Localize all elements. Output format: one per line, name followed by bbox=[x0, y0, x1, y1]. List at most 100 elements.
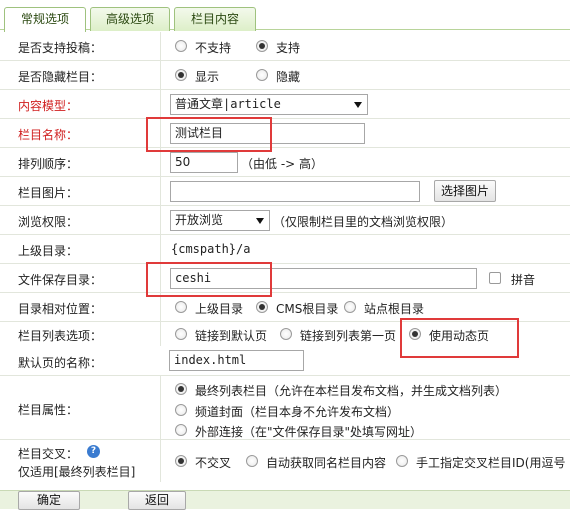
list-default-label: 链接到默认页 bbox=[195, 329, 268, 343]
hidden-field: 显示 隐藏 bbox=[160, 61, 570, 89]
category-name-field: 测试栏目 bbox=[160, 119, 570, 147]
row-category-name: 栏目名称： 测试栏目 bbox=[0, 119, 570, 148]
cross-field: 不交叉 自动获取同名栏目内容 手工指定交叉栏目ID(用逗号 bbox=[160, 440, 570, 482]
sort-order-input[interactable]: 50 bbox=[170, 152, 238, 173]
cross-manual-radio[interactable] bbox=[396, 455, 408, 467]
list-first-page-radio[interactable] bbox=[280, 328, 292, 340]
content-model-value: 普通文章|article bbox=[175, 97, 281, 111]
browse-permission-value: 开放浏览 bbox=[175, 213, 224, 227]
attr-channel-cover-radio[interactable] bbox=[175, 404, 187, 416]
submit-no-label: 不支持 bbox=[195, 41, 232, 55]
dir-cms-root-label: CMS根目录 bbox=[276, 302, 339, 316]
row-list-options: 栏目列表选项： 链接到默认页 链接到列表第一页 使用动态页 bbox=[0, 322, 570, 346]
parent-dir-value: {cmspath}/a bbox=[171, 242, 251, 256]
category-image-label: 栏目图片： bbox=[18, 186, 79, 200]
footer-bar: 确定 返回 bbox=[0, 490, 570, 510]
cross-sublabel: 仅适用[最终列表栏目] bbox=[18, 465, 136, 479]
attr-final-list-label: 最终列表栏目（允许在本栏目发布文档，并生成文档列表） bbox=[195, 384, 508, 398]
content-model-field: 普通文章|article bbox=[160, 90, 570, 118]
tab-bar: 常规选项 高级选项 栏目内容 bbox=[0, 0, 570, 32]
list-dynamic-label: 使用动态页 bbox=[429, 329, 490, 343]
browse-permission-select[interactable]: 开放浏览 bbox=[170, 210, 270, 231]
parent-dir-field: {cmspath}/a bbox=[160, 235, 570, 263]
hidden-show-label: 显示 bbox=[195, 70, 220, 84]
row-content-model: 内容模型： 普通文章|article bbox=[0, 90, 570, 119]
pinyin-label: 拼音 bbox=[511, 273, 536, 287]
chevron-down-icon bbox=[354, 102, 362, 108]
attr-final-list-radio[interactable] bbox=[175, 383, 187, 395]
content-model-select[interactable]: 普通文章|article bbox=[170, 94, 368, 115]
browse-permission-hint: （仅限制栏目里的文档浏览权限） bbox=[273, 215, 454, 229]
submit-no-radio[interactable] bbox=[175, 40, 187, 52]
attr-external-link-radio[interactable] bbox=[175, 424, 187, 436]
row-dir-relative: 目录相对位置： 上级目录 CMS根目录 站点根目录 bbox=[0, 293, 570, 322]
hidden-hide-radio[interactable] bbox=[256, 69, 268, 81]
cross-none-radio[interactable] bbox=[175, 455, 187, 467]
sort-order-label: 排列顺序： bbox=[18, 157, 79, 171]
submit-field: 不支持 支持 bbox=[160, 32, 570, 60]
save-dir-label: 文件保存目录： bbox=[18, 273, 103, 287]
row-sort-order: 排列顺序： 50 （由低 -> 高） bbox=[0, 148, 570, 177]
confirm-button[interactable]: 确定 bbox=[18, 491, 80, 510]
dir-relative-label: 目录相对位置： bbox=[18, 302, 103, 316]
pinyin-checkbox[interactable] bbox=[489, 272, 501, 284]
category-attr-field: 最终列表栏目（允许在本栏目发布文档，并生成文档列表） 频道封面（栏目本身不允许发… bbox=[160, 376, 570, 439]
dir-cms-root-radio[interactable] bbox=[256, 301, 268, 313]
row-cross: 栏目交叉： ? 仅适用[最终列表栏目] 不交叉 自动获取同名栏目内容 手工指定交… bbox=[0, 440, 570, 482]
row-category-attr: 栏目属性： 最终列表栏目（允许在本栏目发布文档，并生成文档列表） 频道封面（栏目… bbox=[0, 376, 570, 440]
save-dir-field: ceshi 拼音 bbox=[160, 264, 570, 292]
row-category-image: 栏目图片： 选择图片 bbox=[0, 177, 570, 206]
dir-parent-radio[interactable] bbox=[175, 301, 187, 313]
content-model-label: 内容模型： bbox=[18, 99, 79, 113]
row-submit: 是否支持投稿： 不支持 支持 bbox=[0, 32, 570, 61]
sort-order-field: 50 （由低 -> 高） bbox=[160, 148, 570, 176]
category-image-input[interactable] bbox=[170, 181, 420, 202]
browse-permission-field: 开放浏览 （仅限制栏目里的文档浏览权限） bbox=[160, 206, 570, 234]
cross-auto-radio[interactable] bbox=[246, 455, 258, 467]
row-hidden: 是否隐藏栏目： 显示 隐藏 bbox=[0, 61, 570, 90]
list-first-page-label: 链接到列表第一页 bbox=[300, 329, 397, 343]
submit-yes-radio[interactable] bbox=[256, 40, 268, 52]
list-options-label: 栏目列表选项： bbox=[18, 329, 103, 343]
row-default-page: 默认页的名称： index.html bbox=[0, 346, 570, 376]
category-name-label: 栏目名称： bbox=[18, 128, 79, 142]
tab-content[interactable]: 栏目内容 bbox=[174, 7, 256, 31]
dir-site-root-label: 站点根目录 bbox=[364, 302, 425, 316]
save-dir-input[interactable]: ceshi bbox=[170, 268, 477, 289]
dir-site-root-radio[interactable] bbox=[344, 301, 356, 313]
dir-relative-field: 上级目录 CMS根目录 站点根目录 bbox=[160, 293, 570, 321]
list-dynamic-radio[interactable] bbox=[409, 328, 421, 340]
submit-yes-label: 支持 bbox=[276, 41, 301, 55]
default-page-input[interactable]: index.html bbox=[169, 350, 304, 371]
attr-channel-cover-label: 频道封面（栏目本身不允许发布文档） bbox=[195, 405, 400, 419]
row-parent-dir: 上级目录： {cmspath}/a bbox=[0, 235, 570, 264]
tab-advanced[interactable]: 高级选项 bbox=[90, 7, 170, 31]
cross-label: 栏目交叉： bbox=[18, 447, 79, 461]
list-options-field: 链接到默认页 链接到列表第一页 使用动态页 bbox=[160, 322, 570, 346]
help-icon[interactable]: ? bbox=[87, 445, 100, 458]
default-page-label: 默认页的名称： bbox=[18, 356, 103, 370]
tab-general[interactable]: 常规选项 bbox=[4, 7, 86, 32]
category-name-input[interactable]: 测试栏目 bbox=[170, 123, 365, 144]
cross-auto-label: 自动获取同名栏目内容 bbox=[266, 456, 387, 470]
parent-dir-label: 上级目录： bbox=[18, 244, 79, 258]
submit-label: 是否支持投稿： bbox=[18, 41, 103, 55]
choose-image-button[interactable]: 选择图片 bbox=[434, 180, 496, 202]
row-browse-permission: 浏览权限： 开放浏览 （仅限制栏目里的文档浏览权限） bbox=[0, 206, 570, 235]
cross-none-label: 不交叉 bbox=[195, 456, 232, 470]
dir-parent-label: 上级目录 bbox=[195, 302, 244, 316]
browse-permission-label: 浏览权限： bbox=[18, 215, 79, 229]
chevron-down-icon bbox=[256, 218, 264, 224]
category-image-field: 选择图片 bbox=[160, 177, 570, 205]
category-attr-label: 栏目属性： bbox=[18, 403, 79, 417]
back-button[interactable]: 返回 bbox=[128, 491, 186, 510]
hidden-show-radio[interactable] bbox=[175, 69, 187, 81]
row-save-dir: 文件保存目录： ceshi 拼音 bbox=[0, 264, 570, 293]
hidden-hide-label: 隐藏 bbox=[276, 70, 301, 84]
attr-external-link-label: 外部连接（在"文件保存目录"处填写网址） bbox=[195, 425, 423, 439]
hidden-label: 是否隐藏栏目： bbox=[18, 70, 103, 84]
list-default-radio[interactable] bbox=[175, 328, 187, 340]
default-page-field: index.html bbox=[160, 346, 570, 375]
sort-order-hint: （由低 -> 高） bbox=[241, 157, 324, 171]
cross-manual-label: 手工指定交叉栏目ID(用逗号 bbox=[416, 456, 566, 470]
